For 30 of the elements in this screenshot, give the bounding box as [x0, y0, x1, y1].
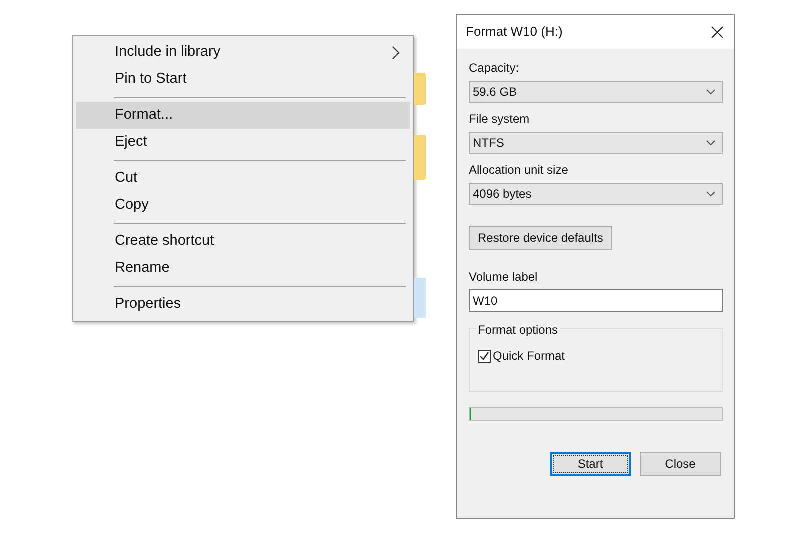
drive-icon — [414, 278, 426, 318]
dialog-button[interactable]: Close — [640, 452, 721, 476]
folder-icon — [414, 135, 426, 180]
field-label: Volume label — [469, 269, 539, 286]
quick-format-checkbox[interactable] — [478, 350, 491, 362]
chevron-down-icon — [706, 191, 716, 197]
menu-item[interactable]: Format... — [76, 102, 410, 129]
chevron-down-icon — [706, 89, 716, 95]
menu-item[interactable]: Pin to Start — [76, 66, 410, 93]
volume-label-field[interactable]: W10 — [469, 289, 723, 312]
dropdown[interactable]: 59.6 GB — [469, 81, 723, 103]
menu-item[interactable]: Properties — [76, 291, 410, 318]
dropdown[interactable]: NTFS — [469, 132, 723, 154]
window-title: Format W10 (H:) — [466, 23, 563, 42]
menu-item[interactable]: Copy — [76, 192, 410, 219]
chevron-down-icon — [706, 140, 716, 146]
menu-item[interactable]: Rename — [76, 255, 410, 282]
field-label: Capacity: — [469, 60, 520, 77]
menu-item[interactable]: Eject — [76, 129, 410, 156]
field-label: File system — [469, 111, 531, 128]
close-icon[interactable] — [711, 26, 724, 38]
checkbox-label: Quick Format — [493, 348, 566, 365]
dialog-button[interactable]: Start — [550, 452, 631, 476]
field-label: Allocation unit size — [469, 162, 570, 179]
menu-item[interactable]: Create shortcut — [76, 228, 410, 255]
menu-item[interactable]: Cut — [76, 165, 410, 192]
folder-icon — [414, 73, 426, 105]
dropdown[interactable]: 4096 bytes — [469, 183, 723, 205]
restore-defaults-button[interactable]: Restore device defaults — [469, 226, 612, 250]
menu-item[interactable]: Include in library — [76, 39, 410, 66]
